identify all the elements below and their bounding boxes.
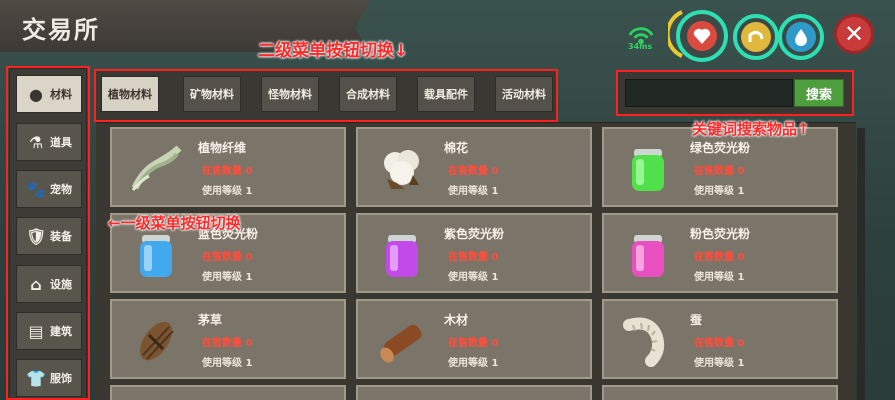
silkworm-icon [620, 313, 676, 369]
item-use-level: 使用等级 1 [202, 358, 253, 369]
item-card[interactable]: 紫色荧光粉 在售数量 0 使用等级 1 [356, 213, 592, 293]
item-use-level: 使用等级 1 [448, 272, 499, 283]
annotation-box-sidebar [6, 66, 90, 400]
item-sale-count: 在售数量 0 [202, 252, 253, 263]
item-sale-count: 在售数量 0 [448, 338, 499, 349]
item-card[interactable]: 粉色荧光粉 在售数量 0 使用等级 1 [602, 213, 838, 293]
item-card[interactable]: 棉花 在售数量 0 使用等级 1 [356, 127, 592, 207]
item-sale-count: 在售数量 0 [202, 338, 253, 349]
item-sale-count: 在售数量 0 [694, 166, 745, 177]
annotation-box-search [616, 70, 854, 116]
item-use-level: 使用等级 1 [694, 358, 745, 369]
item-name: 紫色荧光粉 [444, 227, 505, 241]
item-name: 木材 [444, 313, 469, 327]
grid-scrollbar[interactable] [857, 128, 865, 400]
item-name: 棉花 [444, 141, 469, 155]
cotton-icon [374, 141, 430, 197]
item-use-level: 使用等级 1 [202, 186, 253, 197]
item-use-level: 使用等级 1 [448, 358, 499, 369]
item-name: 绿色荧光粉 [690, 141, 751, 155]
green-jar-icon [620, 141, 676, 197]
annotation-submenu-text: 二级菜单按钮切换↓ [258, 41, 409, 61]
purple-jar-icon [374, 227, 430, 283]
water-button[interactable] [778, 14, 824, 60]
item-card[interactable]: 植物纤维 在售数量 0 使用等级 1 [110, 127, 346, 207]
stamina-button[interactable] [733, 14, 779, 60]
item-use-level: 使用等级 1 [694, 186, 745, 197]
page-title: 交易所 [22, 16, 100, 44]
hunger-ring-gauge [668, 10, 683, 58]
item-use-level: 使用等级 1 [694, 272, 745, 283]
item-sale-count: 在售数量 0 [694, 252, 745, 263]
close-icon: ✕ [843, 20, 865, 48]
thatch-icon [128, 313, 184, 369]
ping-text: 34ms [628, 42, 653, 51]
item-card[interactable]: 木材 在售数量 0 使用等级 1 [356, 299, 592, 379]
item-card[interactable]: 蚕 在售数量 0 使用等级 1 [602, 299, 838, 379]
log-icon [374, 313, 430, 369]
heart-icon [693, 28, 711, 44]
blue-jar-icon [128, 227, 184, 283]
item-use-level: 使用等级 1 [202, 272, 253, 283]
item-sale-count: 在售数量 0 [448, 166, 499, 177]
item-card[interactable] [356, 385, 592, 400]
annotation-menu-text: ←一级菜单按钮切换 [108, 214, 241, 232]
item-sale-count: 在售数量 0 [694, 338, 745, 349]
item-card[interactable] [602, 385, 838, 400]
close-button[interactable]: ✕ [834, 14, 874, 54]
annotation-search-text: 关键词搜索物品↑ [692, 120, 810, 138]
item-grid: 植物纤维 在售数量 0 使用等级 1 棉花 在售数量 0 使用等级 1 绿色荧光… [96, 122, 856, 400]
item-name: 植物纤维 [198, 141, 247, 155]
arm-icon [748, 31, 764, 42]
item-name: 茅草 [198, 313, 223, 327]
water-drop-icon [795, 29, 807, 46]
item-sale-count: 在售数量 0 [202, 166, 253, 177]
item-use-level: 使用等级 1 [448, 186, 499, 197]
item-name: 粉色荧光粉 [690, 227, 751, 241]
item-name: 蚕 [690, 313, 703, 327]
annotation-box-subtabs [94, 69, 558, 122]
item-card[interactable]: 茅草 在售数量 0 使用等级 1 [110, 299, 346, 379]
item-sale-count: 在售数量 0 [448, 252, 499, 263]
pink-jar-icon [620, 227, 676, 283]
fiber-icon [128, 141, 184, 197]
item-card[interactable] [110, 385, 346, 400]
item-card[interactable]: 绿色荧光粉 在售数量 0 使用等级 1 [602, 127, 838, 207]
